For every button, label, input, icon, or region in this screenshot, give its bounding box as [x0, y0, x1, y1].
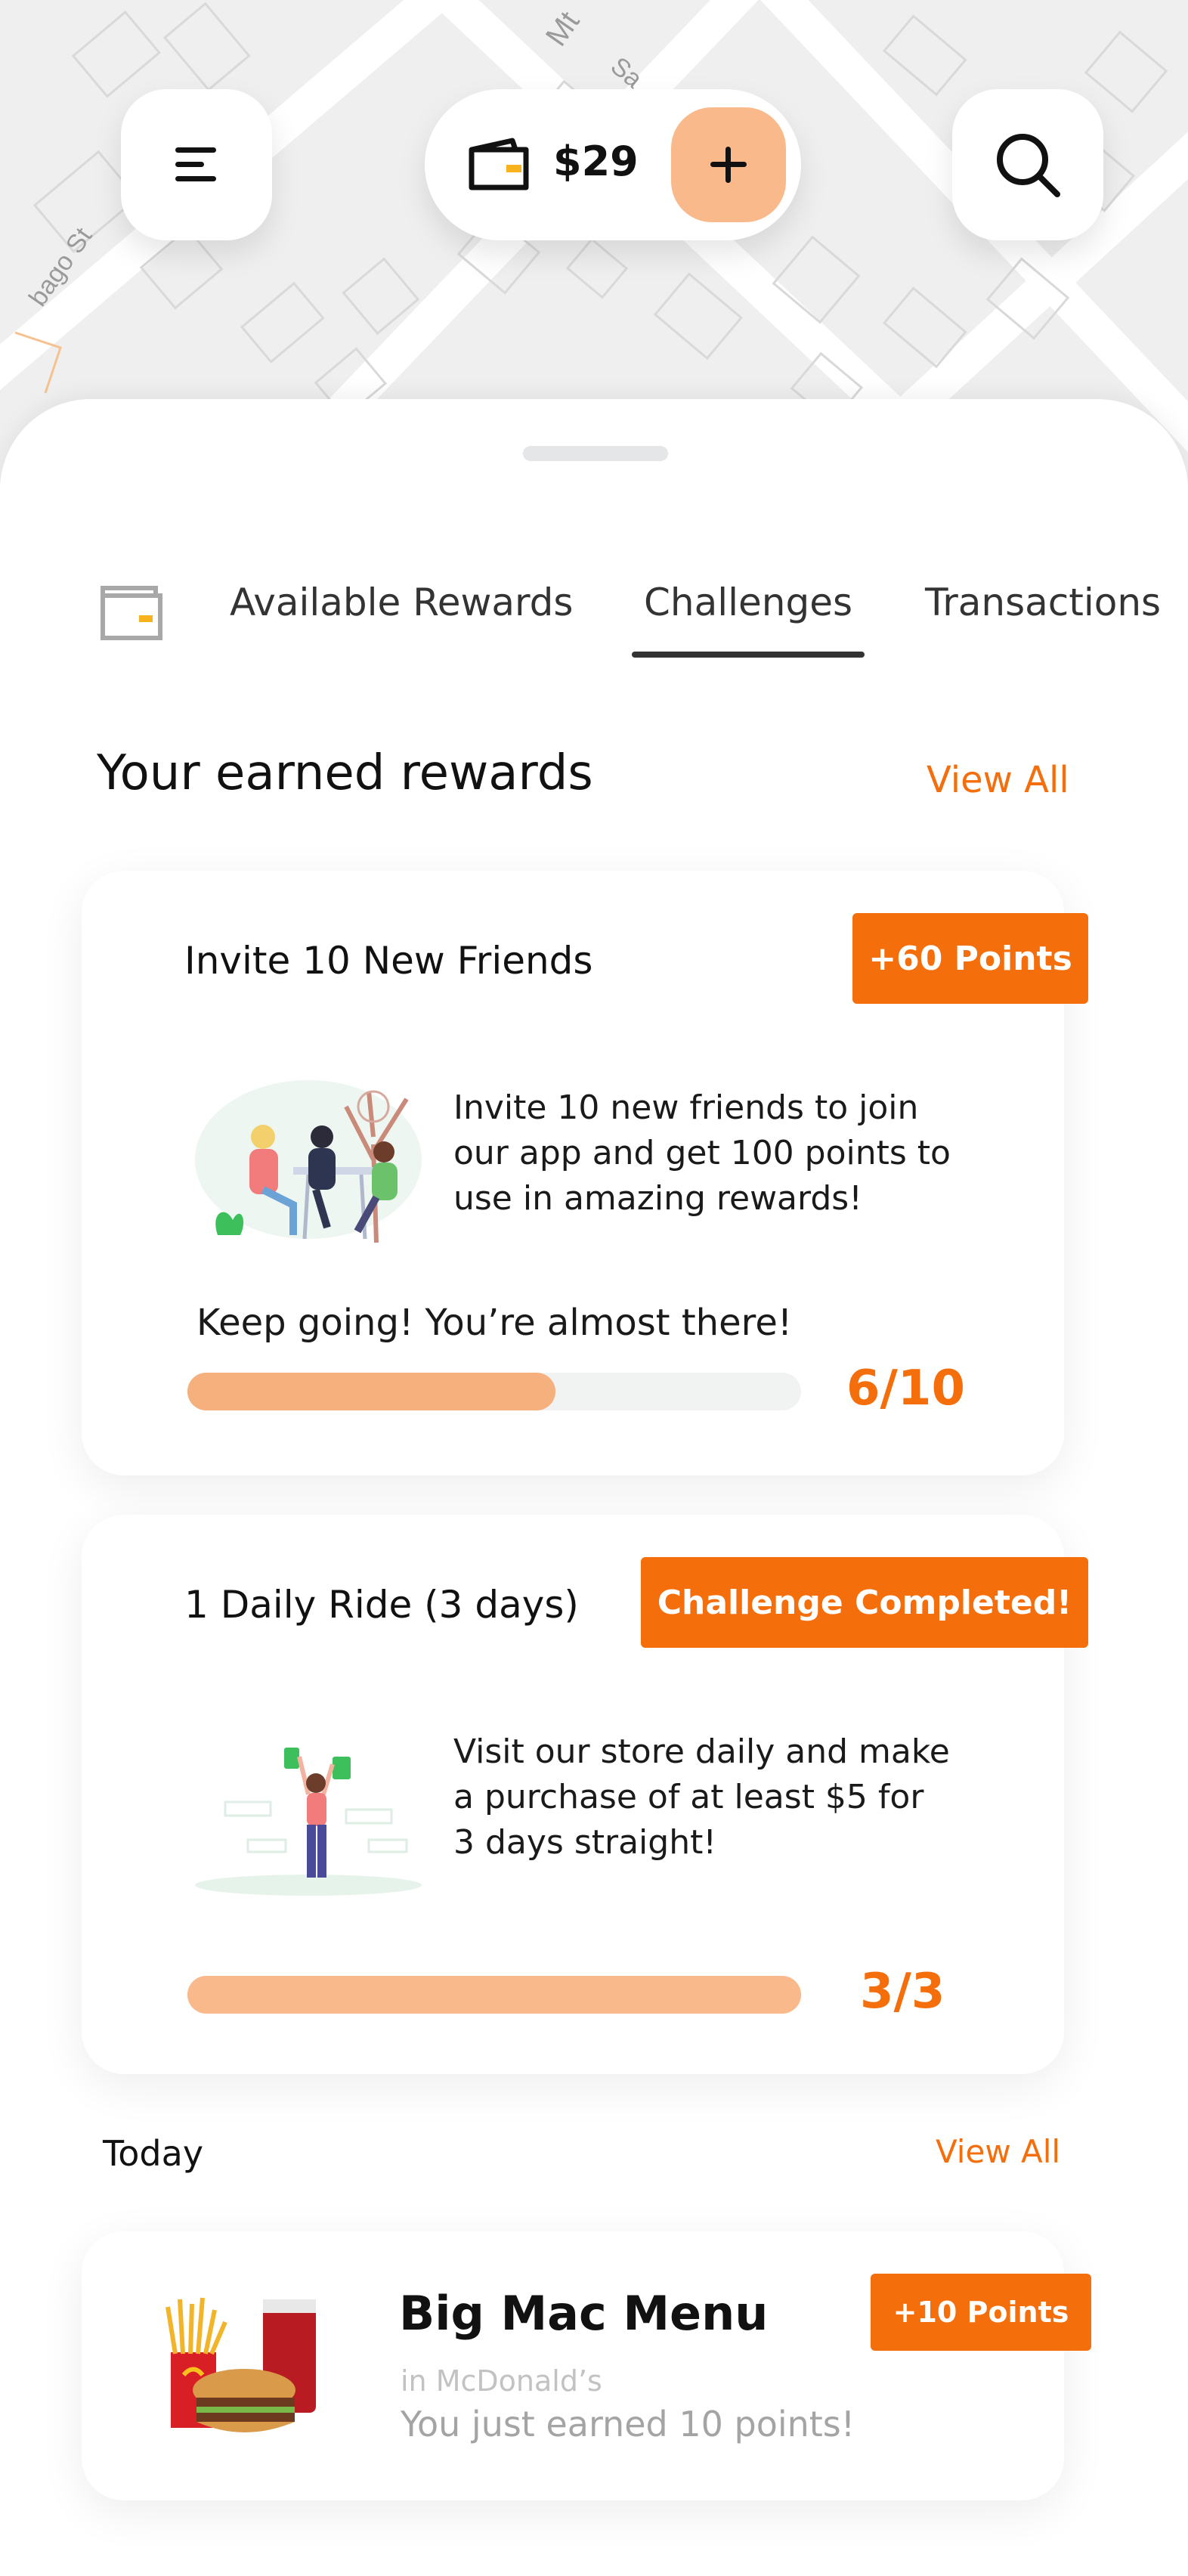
plus-icon — [710, 147, 747, 183]
challenge-completed-badge: Challenge Completed! — [641, 1557, 1088, 1648]
activity-message: You just earned 10 points! — [401, 2404, 855, 2444]
activity-place: in McDonald’s — [401, 2364, 602, 2398]
hamburger-icon — [175, 147, 216, 181]
points-badge: +10 Points — [871, 2274, 1091, 2351]
points-badge: +60 Points — [852, 913, 1088, 1004]
challenge-title: 1 Daily Ride (3 days) — [184, 1583, 579, 1627]
wallet-balance-pill[interactable]: $29 — [425, 89, 801, 240]
progress-fill — [187, 1976, 801, 2014]
progress-bar — [187, 1373, 801, 1410]
sheet-drag-handle[interactable] — [523, 446, 668, 461]
wallet-icon — [469, 138, 529, 190]
wallet-balance: $29 — [553, 138, 639, 185]
progress-fill — [187, 1373, 556, 1410]
tab-challenges[interactable]: Challenges — [644, 581, 852, 624]
earned-rewards-title: Your earned rewards — [97, 745, 593, 801]
tab-transactions[interactable]: Transactions — [925, 581, 1161, 624]
challenge-description: Visit our store daily and make a purchas… — [453, 1732, 950, 1862]
menu-button[interactable] — [121, 89, 272, 240]
challenge-description: Invite 10 new friends to join our app an… — [453, 1088, 951, 1218]
challenge-title: Invite 10 New Friends — [184, 939, 593, 983]
big-mac-meal-image — [166, 2297, 316, 2432]
search-icon — [997, 134, 1060, 197]
challenge-card[interactable]: Invite 10 New Friends +60 Points Invite … — [82, 871, 1088, 1475]
tab-available-rewards[interactable]: Available Rewards — [230, 581, 573, 624]
street-label-mt: Mt — [540, 5, 586, 52]
today-view-all-link[interactable]: View All — [936, 2133, 1060, 2170]
wallet-icon — [101, 586, 162, 640]
friends-at-table-illustration — [195, 1080, 422, 1243]
active-tab-indicator — [632, 652, 865, 658]
shopping-woman-illustration — [195, 1748, 422, 1896]
progress-bar — [187, 1976, 801, 2014]
activity-item[interactable]: Big Mac Menu in McDonald’s You just earn… — [82, 2231, 1091, 2500]
add-funds-button[interactable] — [671, 107, 786, 222]
progress-count: 3/3 — [860, 1964, 945, 2020]
activity-title: Big Mac Menu — [399, 2286, 769, 2341]
challenge-card[interactable]: 1 Daily Ride (3 days) Challenge Complete… — [82, 1515, 1088, 2074]
earned-view-all-link[interactable]: View All — [927, 759, 1069, 801]
today-title: Today — [103, 2133, 204, 2174]
search-button[interactable] — [952, 89, 1103, 240]
progress-count: 6/10 — [846, 1361, 965, 1416]
challenge-status: Keep going! You’re almost there! — [196, 1302, 793, 1344]
